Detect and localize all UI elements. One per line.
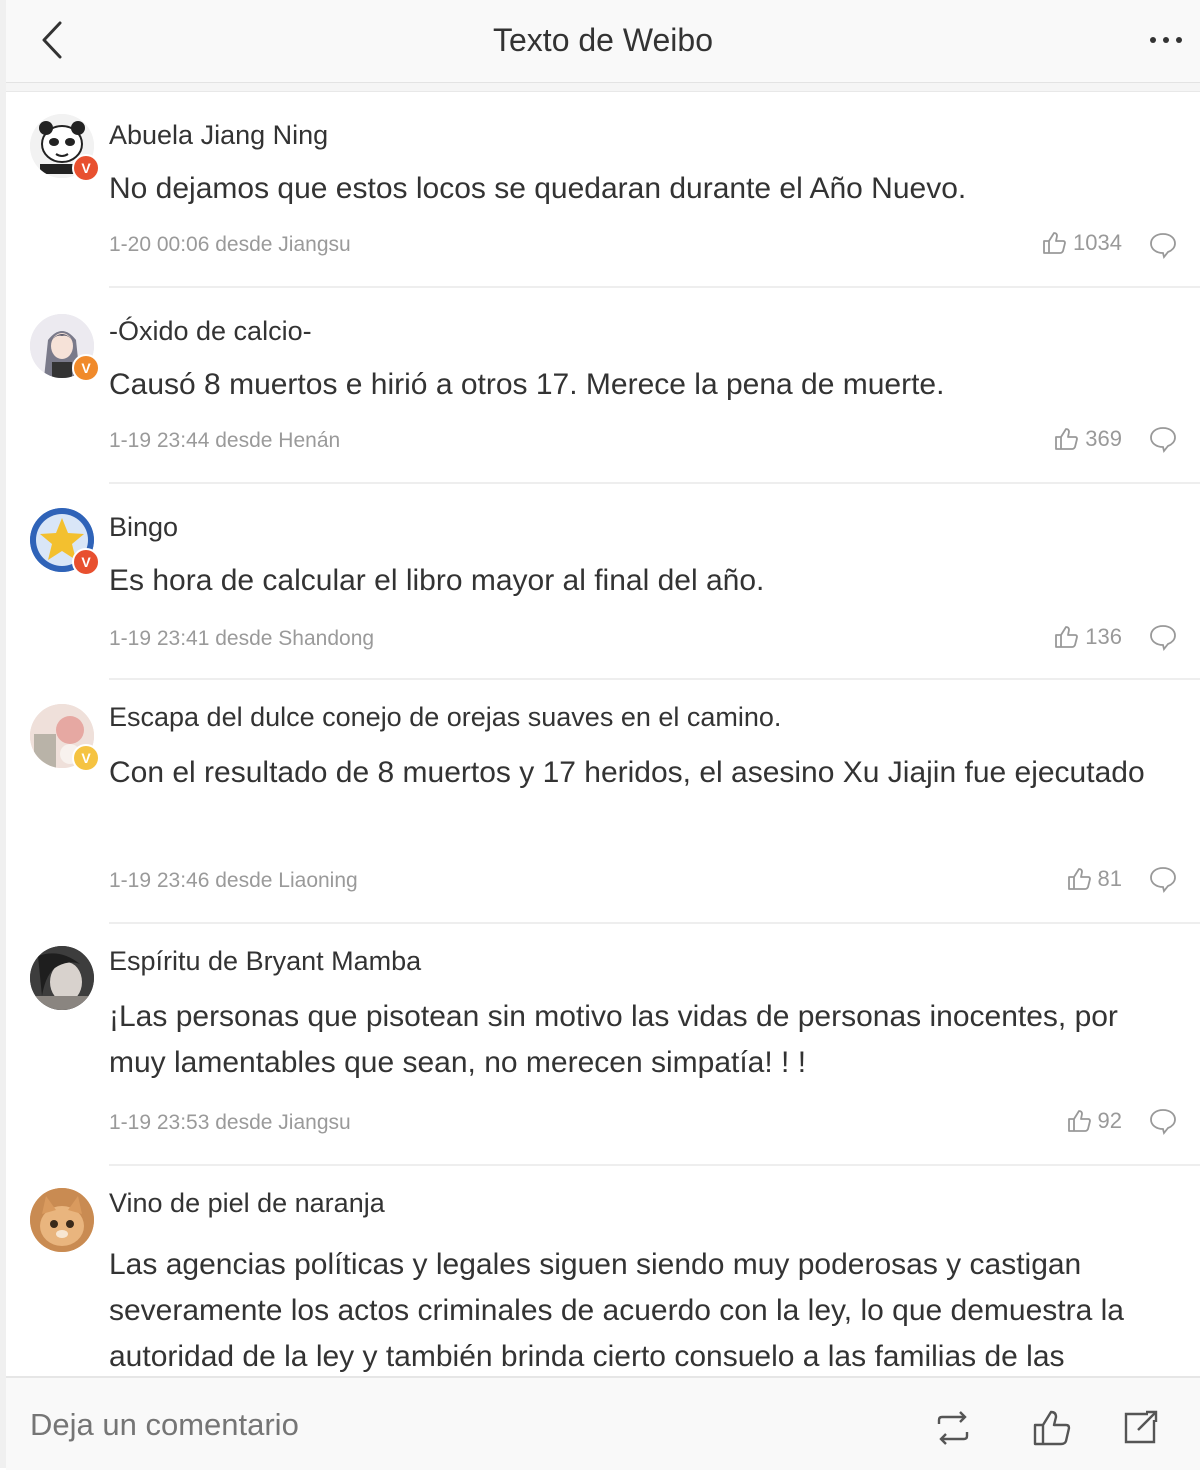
comment-item: V Escapa del dulce conejo de orejas suav… (6, 680, 1200, 924)
comment-item: V -Óxido de calcio- Causó 8 muertos e hi… (6, 288, 1200, 484)
comment-item: Vino de piel de naranja Las agencias pol… (6, 1166, 1200, 1376)
bottom-action-bar (6, 1376, 1200, 1470)
like-count: 92 (1097, 1108, 1122, 1133)
like-count: 369 (1085, 426, 1122, 451)
cat-avatar-image (30, 1188, 94, 1252)
share-icon[interactable] (1118, 1406, 1162, 1450)
verified-badge: V (72, 744, 100, 772)
comment-text: Es hora de calcular el libro mayor al fi… (109, 564, 765, 597)
reply-bubble-icon[interactable] (1148, 424, 1178, 454)
comment-username[interactable]: Vino de piel de naranja (109, 1186, 385, 1220)
header-separator (6, 83, 1200, 92)
like-button[interactable]: 136 (1053, 624, 1122, 650)
comment-username[interactable]: Bingo (109, 510, 178, 544)
like-count: 1034 (1073, 230, 1122, 255)
avatar[interactable]: V (30, 314, 100, 382)
thumbs-up-icon (1067, 1110, 1091, 1132)
thumbs-up-icon (1055, 428, 1079, 450)
thumbs-up-icon (1067, 868, 1091, 890)
comment-username[interactable]: Espíritu de Bryant Mamba (109, 944, 421, 978)
like-button[interactable]: 92 (1066, 1108, 1122, 1134)
comment-username[interactable]: Escapa del dulce conejo de orejas suaves… (109, 700, 781, 734)
like-button[interactable]: 369 (1053, 426, 1122, 452)
comment-meta: 1-20 00:06 desde Jiangsu (109, 233, 351, 256)
verified-badge: V (72, 154, 100, 182)
avatar[interactable]: V (30, 508, 100, 576)
comment-text: Las agencias políticas y legales siguen … (109, 1248, 1124, 1373)
like-count: 136 (1085, 624, 1122, 649)
comment-item: V Bingo Es hora de calcular el libro may… (6, 484, 1200, 680)
top-nav-bar: Texto de Weibo (6, 0, 1200, 83)
weibo-comments-page: Texto de Weibo V Abuela Jiang Ning No de… (0, 0, 1200, 1470)
comment-item: V Abuela Jiang Ning No dejamos que estos… (6, 92, 1200, 288)
thumbs-up-icon[interactable] (1030, 1406, 1074, 1450)
thumbs-up-icon (1055, 626, 1079, 648)
portrait-avatar-image (30, 946, 94, 1010)
avatar[interactable]: V (30, 114, 100, 182)
more-options-button[interactable] (1144, 20, 1188, 60)
avatar[interactable]: V (30, 704, 100, 772)
reply-bubble-icon[interactable] (1148, 1106, 1178, 1136)
comment-meta: 1-19 23:44 desde Henán (109, 429, 341, 452)
like-count: 81 (1097, 866, 1122, 891)
ellipsis-icon (1150, 37, 1182, 43)
comment-text: No dejamos que estos locos se quedaran d… (109, 172, 967, 205)
avatar[interactable] (30, 946, 94, 1010)
like-button[interactable]: 1034 (1041, 230, 1122, 256)
reply-bubble-icon[interactable] (1148, 230, 1178, 260)
comment-item: Espíritu de Bryant Mamba ¡Las personas q… (6, 924, 1200, 1166)
verified-badge: V (72, 548, 100, 576)
comment-text: Causó 8 muertos e hirió a otros 17. Mere… (109, 368, 945, 401)
comment-list: V Abuela Jiang Ning No dejamos que estos… (6, 92, 1200, 1376)
comment-username[interactable]: -Óxido de calcio- (109, 314, 312, 348)
page-title: Texto de Weibo (493, 22, 713, 58)
reply-bubble-icon[interactable] (1148, 864, 1178, 894)
repost-icon[interactable] (931, 1406, 975, 1450)
thumbs-up-icon (1043, 232, 1066, 254)
comment-text: Con el resultado de 8 muertos y 17 herid… (109, 756, 1145, 789)
reply-bubble-icon[interactable] (1148, 622, 1178, 652)
verified-badge: V (72, 354, 100, 382)
like-button[interactable]: 81 (1066, 866, 1122, 892)
comment-input[interactable] (28, 1406, 632, 1444)
avatar[interactable] (30, 1188, 94, 1252)
comment-username[interactable]: Abuela Jiang Ning (109, 118, 328, 152)
comment-meta: 1-19 23:41 desde Shandong (109, 627, 375, 650)
comment-meta: 1-19 23:53 desde Jiangsu (109, 1111, 351, 1134)
comment-text: ¡Las personas que pisotean sin motivo la… (109, 1000, 1118, 1079)
comment-meta: 1-19 23:46 desde Liaoning (109, 869, 358, 892)
